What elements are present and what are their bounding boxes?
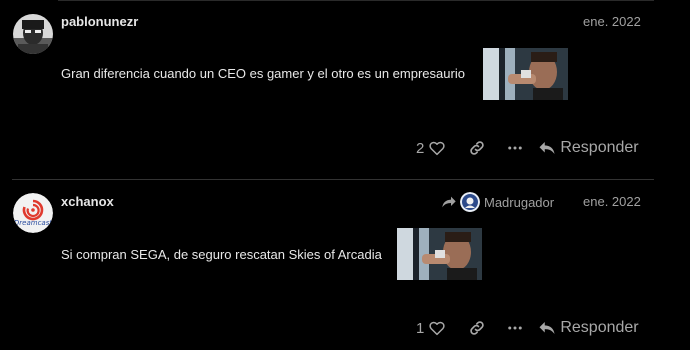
reply-button[interactable]: Responder xyxy=(538,139,639,157)
more-options-icon[interactable] xyxy=(506,139,524,157)
post-actions: 2 Responder xyxy=(416,136,639,160)
reply-label: Responder xyxy=(560,319,639,336)
man-drinking-gif-icon xyxy=(483,48,568,100)
post-actions: 1 Responder xyxy=(416,316,639,340)
reply-button[interactable]: Responder xyxy=(538,319,639,337)
reply-to-indicator[interactable]: Madrugador xyxy=(441,191,554,213)
reply-arrow-icon xyxy=(539,142,555,154)
reply-arrow-icon xyxy=(539,322,555,334)
reply-to-avatar xyxy=(460,192,480,212)
reaction-gif[interactable] xyxy=(483,48,568,100)
like-count: 2 xyxy=(416,139,425,157)
post-2: Dreamcast xchanox Madrugador ene. 2022 S… xyxy=(0,180,690,350)
link-icon[interactable] xyxy=(468,139,486,157)
reply-to-username: Madrugador xyxy=(484,194,555,210)
dreamcast-logo-avatar-icon: Dreamcast xyxy=(13,193,53,233)
post-date[interactable]: ene. 2022 xyxy=(583,14,641,29)
reaction-gif[interactable] xyxy=(397,228,482,280)
reply-label: Responder xyxy=(560,139,639,156)
post-text: Si compran SEGA, de seguro rescatan Skie… xyxy=(61,247,382,262)
username[interactable]: xchanox xyxy=(61,194,114,209)
like-count: 1 xyxy=(416,319,425,337)
more-options-icon[interactable] xyxy=(506,319,524,337)
share-arrow-icon xyxy=(442,196,456,208)
link-icon[interactable] xyxy=(468,319,486,337)
man-drinking-gif-icon xyxy=(397,228,482,280)
user-avatar-icon xyxy=(460,192,480,212)
svg-text:Dreamcast: Dreamcast xyxy=(14,219,52,227)
username[interactable]: pablonunezr xyxy=(61,14,138,29)
heart-icon[interactable] xyxy=(428,139,446,157)
avatar-man-glasses-icon xyxy=(13,14,53,54)
post-date[interactable]: ene. 2022 xyxy=(583,194,641,209)
user-avatar[interactable]: Dreamcast xyxy=(13,193,53,233)
post-text: Gran diferencia cuando un CEO es gamer y… xyxy=(61,66,465,81)
user-avatar[interactable] xyxy=(13,14,53,54)
heart-icon[interactable] xyxy=(428,319,446,337)
post-1: pablonunezr ene. 2022 Gran diferencia cu… xyxy=(0,0,690,180)
